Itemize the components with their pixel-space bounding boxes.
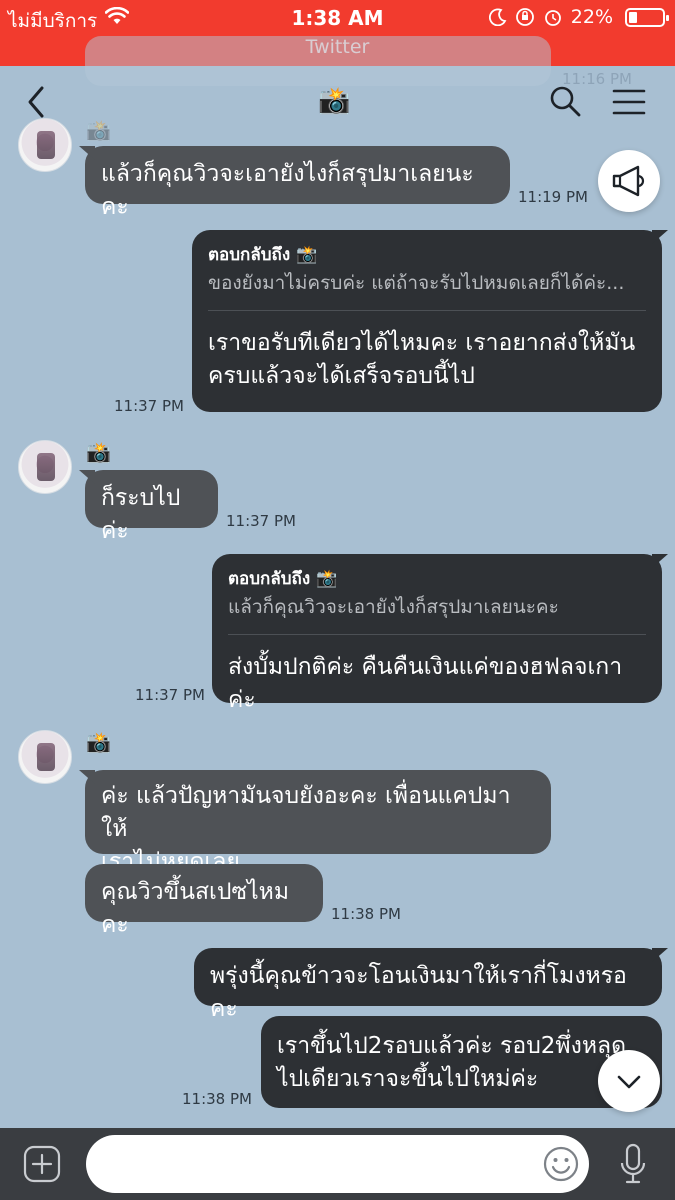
message-text-line: เราขอรับทีเดียวได้ไหมคะ เราอยากส่งให้มัน bbox=[208, 330, 636, 356]
hamburger-menu-icon[interactable] bbox=[612, 88, 646, 116]
search-icon[interactable] bbox=[548, 84, 582, 118]
message-input[interactable] bbox=[86, 1135, 589, 1193]
reply-quote[interactable]: ตอบกลับถึง 📸 แล้วก็คุณวิวจะเอายังไงก็สรุ… bbox=[228, 566, 646, 635]
message-input-bar bbox=[0, 1128, 675, 1200]
reply-quote[interactable]: ตอบกลับถึง 📸 ของยังมาไม่ครบค่ะ แต่ถ้าจะร… bbox=[208, 242, 646, 311]
message-time: 11:37 PM bbox=[114, 397, 184, 415]
megaphone-icon bbox=[612, 165, 645, 197]
message-text: ก็ระบไปค่ะ bbox=[101, 485, 181, 544]
moon-icon bbox=[488, 8, 507, 26]
message-time: 11:38 PM bbox=[331, 905, 401, 923]
battery-percent: 22% bbox=[570, 6, 613, 28]
chevron-down-icon bbox=[617, 1075, 641, 1089]
message-time: 11:38 PM bbox=[182, 1090, 252, 1108]
add-icon[interactable] bbox=[22, 1144, 62, 1184]
chevron-left-icon[interactable] bbox=[22, 84, 52, 120]
scroll-to-bottom-button[interactable] bbox=[598, 1050, 660, 1112]
message-time: 11:19 PM bbox=[518, 188, 588, 206]
microphone-icon[interactable] bbox=[618, 1142, 648, 1186]
message-text: แล้วก็คุณวิวจะเอายังไงก็สรุปมาเลยนะคะ bbox=[101, 161, 474, 220]
message-bubble-incoming[interactable]: แล้วก็คุณวิวจะเอายังไงก็สรุปมาเลยนะคะ bbox=[85, 146, 510, 220]
announcement-button[interactable] bbox=[598, 150, 660, 212]
message-text-line: ไปเดียวเราจะขึ้นไปใหม่ค่ะ bbox=[277, 1066, 539, 1092]
battery-icon bbox=[625, 7, 669, 27]
rotation-lock-icon bbox=[515, 8, 534, 26]
chat-title: 📸 bbox=[318, 86, 351, 116]
sender-name: 📸 bbox=[86, 118, 111, 142]
sender-name: 📸 bbox=[86, 440, 111, 464]
message-bubble-incoming[interactable]: ค่ะ แล้วปัญหามันจบยังอะคะ เพื่อนแคปมาให้… bbox=[85, 770, 551, 875]
reply-quote-header: ตอบกลับถึง 📸 bbox=[228, 569, 338, 589]
message-time: 11:37 PM bbox=[135, 686, 205, 704]
message-time: 11:37 PM bbox=[226, 512, 296, 530]
message-text-line: ค่ะ แล้วปัญหามันจบยังอะคะ เพื่อนแคปมาให้ bbox=[101, 783, 511, 842]
reply-quote-text: ของยังมาไม่ครบค่ะ แต่ถ้าจะรับไปหมดเลยก็ไ… bbox=[208, 272, 625, 294]
reply-quote-header: ตอบกลับถึง 📸 bbox=[208, 245, 318, 265]
message-text: พรุ่งนี้คุณข้าวจะโอนเงินมาให้เรากี่โมงหร… bbox=[210, 963, 627, 1022]
avatar[interactable] bbox=[18, 118, 72, 172]
message-text: ส่งบั้มปกติค่ะ คืนคืนเงินแค่ของฮฟลจเกาค่… bbox=[228, 654, 623, 713]
message-bubble-outgoing[interactable]: ตอบกลับถึง 📸 แล้วก็คุณวิวจะเอายังไงก็สรุ… bbox=[212, 554, 662, 713]
message-bubble-outgoing[interactable]: พรุ่งนี้คุณข้าวจะโอนเงินมาให้เรากี่โมงหร… bbox=[194, 948, 662, 1022]
avatar[interactable] bbox=[18, 730, 72, 784]
status-icons: 22% bbox=[488, 6, 669, 28]
alarm-icon bbox=[544, 10, 561, 26]
message-text-line: ครบแล้วจะได้เสร็จรอบนี้ไป bbox=[208, 363, 475, 389]
reply-quote-text: แล้วก็คุณวิวจะเอายังไงก็สรุปมาเลยนะคะ bbox=[228, 596, 559, 618]
message-bubble-incoming[interactable]: คุณวิวขึ้นสเปซไหมคะ bbox=[85, 864, 323, 938]
avatar[interactable] bbox=[18, 440, 72, 494]
sender-name: 📸 bbox=[86, 730, 111, 754]
emoji-icon[interactable] bbox=[542, 1145, 580, 1183]
message-text-line: เราขึ้นไป2รอบแล้วค่ะ รอบ2พึ่งหลุด bbox=[277, 1033, 627, 1059]
message-bubble-incoming[interactable]: ก็ระบไปค่ะ bbox=[85, 470, 218, 544]
message-bubble-outgoing[interactable]: ตอบกลับถึง 📸 ของยังมาไม่ครบค่ะ แต่ถ้าจะร… bbox=[192, 230, 662, 412]
message-text: คุณวิวขึ้นสเปซไหมคะ bbox=[101, 879, 289, 938]
